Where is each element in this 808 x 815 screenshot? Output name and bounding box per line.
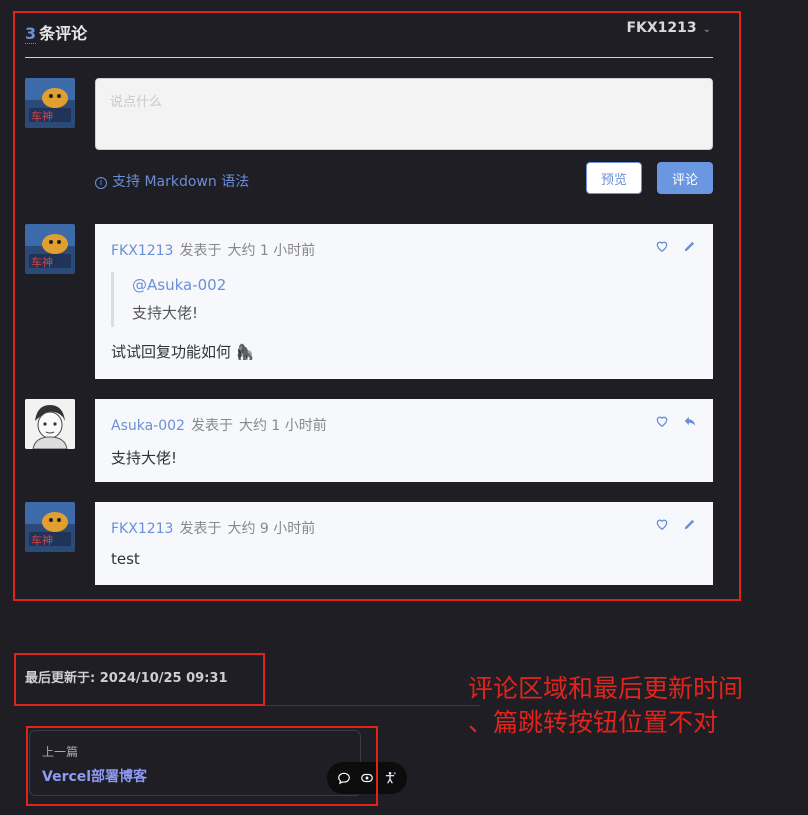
annotation-line: 评论区域和最后更新时间 xyxy=(468,674,744,703)
accessibility-icon[interactable] xyxy=(381,769,399,787)
annotation-line: 、篇跳转按钮位置不对 xyxy=(468,708,719,737)
annotation-box-comments xyxy=(13,11,741,601)
annotation-box-nav xyxy=(26,726,378,806)
annotation-text: 评论区域和最后更新时间 、篇跳转按钮位置不对 xyxy=(468,672,788,740)
annotation-box-updated xyxy=(14,653,265,706)
